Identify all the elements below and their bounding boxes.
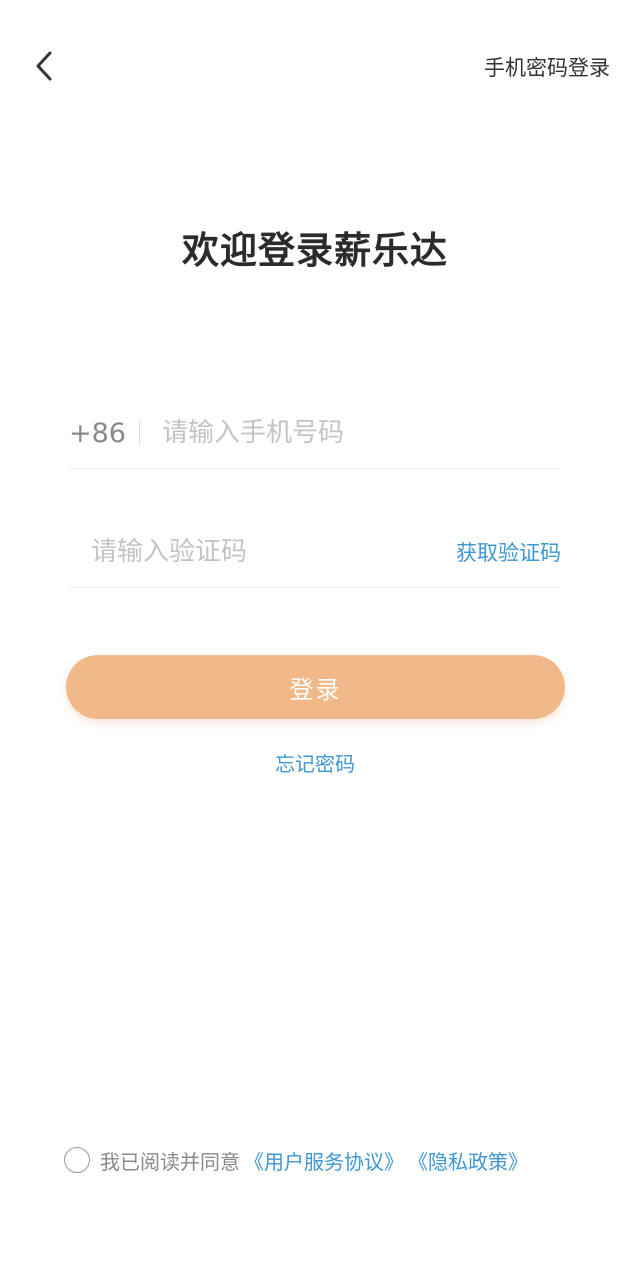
verification-code-input[interactable] [69, 537, 456, 567]
country-code[interactable]: +86 [69, 418, 126, 449]
password-login-link[interactable]: 手机密码登录 [484, 52, 610, 82]
get-code-button[interactable]: 获取验证码 [456, 537, 561, 567]
chevron-left-icon [36, 51, 52, 81]
phone-field-row: +86 [69, 398, 561, 469]
forgot-password-link[interactable]: 忘记密码 [0, 748, 630, 777]
privacy-policy-link[interactable]: 《隐私政策》 [408, 1146, 528, 1175]
phone-input[interactable] [162, 418, 561, 448]
field-divider [139, 420, 140, 446]
agreement-prefix: 我已阅读并同意 [100, 1149, 240, 1174]
agree-checkbox[interactable] [64, 1147, 90, 1173]
page-title: 欢迎登录薪乐达 [182, 229, 448, 272]
user-agreement-link[interactable]: 《用户服务协议》 [244, 1146, 404, 1175]
back-button[interactable] [22, 44, 66, 88]
login-button[interactable]: 登录 [66, 655, 565, 719]
code-field-row: 获取验证码 [69, 517, 561, 588]
agreement-row: 我已阅读并同意 《用户服务协议》 《隐私政策》 [64, 1145, 528, 1175]
